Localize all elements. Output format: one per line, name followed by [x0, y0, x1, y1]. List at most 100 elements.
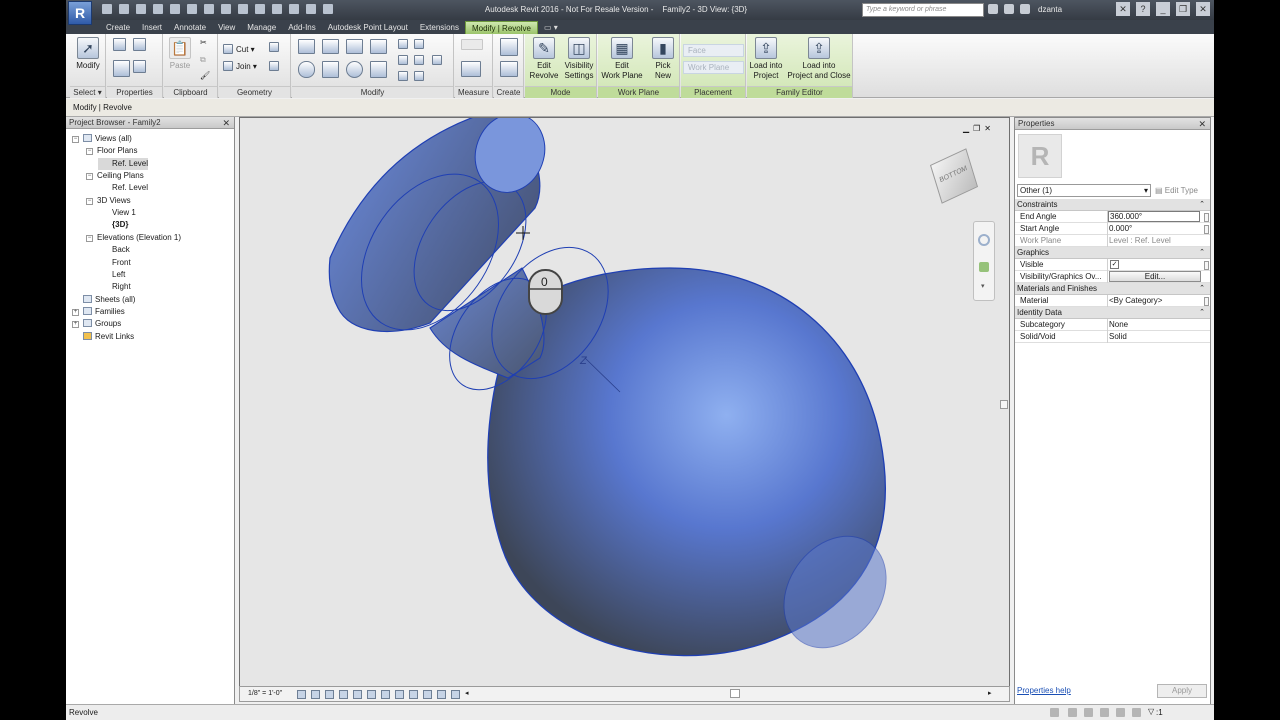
browser-item[interactable]: Back	[98, 244, 130, 256]
property-scroll[interactable]	[1204, 225, 1209, 234]
subcategory-value[interactable]: None	[1109, 320, 1128, 329]
expand-toggle-icon[interactable]: −	[86, 197, 93, 205]
sync-icon[interactable]	[136, 4, 146, 14]
browser-item[interactable]: Sheets (all)	[70, 294, 135, 306]
select-dropdown[interactable]: Select ▾	[70, 86, 105, 98]
thin-lines-icon[interactable]	[289, 4, 299, 14]
section-identity-data[interactable]: Identity Data ⌃	[1015, 307, 1210, 319]
pin-icon[interactable]	[398, 71, 408, 81]
browser-item[interactable]: Ref. Level	[98, 157, 149, 170]
visible-checkbox[interactable]: ✓	[1110, 260, 1119, 269]
mirror-draw-icon[interactable]	[370, 39, 387, 54]
mirror-axis-icon[interactable]	[346, 39, 363, 54]
join-geometry-button[interactable]: Join ▾	[236, 61, 257, 72]
default-3d-view-icon[interactable]	[255, 4, 265, 14]
steering-wheel-icon[interactable]	[978, 234, 990, 246]
scroll-right-icon[interactable]: ▸	[988, 689, 992, 699]
temporary-view-properties-icon[interactable]	[437, 690, 446, 699]
tab-autodesk-point-layout[interactable]: Autodesk Point Layout	[322, 21, 414, 34]
drawing-area-3d-view[interactable]: Z 0 ▁ ❐ ✕ BOTTOM ▾	[239, 117, 1010, 688]
placement-face-button[interactable]: Face	[683, 44, 744, 57]
close-icon[interactable]: ✕	[1198, 118, 1206, 130]
property-scroll[interactable]	[1204, 261, 1209, 270]
wall-joins-icon[interactable]	[269, 42, 279, 52]
browser-item[interactable]: Right	[98, 281, 131, 293]
edit-type-button[interactable]: ▤ Edit Type	[1155, 185, 1198, 196]
view-scale[interactable]: 1/8" = 1'-0"	[248, 690, 282, 697]
property-scroll[interactable]	[1204, 297, 1209, 306]
edit-work-plane-button[interactable]: ▦ Edit Work Plane	[599, 37, 645, 81]
family-category-icon[interactable]	[133, 60, 146, 73]
unlocked-3d-view-icon[interactable]	[395, 690, 404, 699]
material-value[interactable]: <By Category>	[1109, 296, 1162, 305]
scroll-left-icon[interactable]: ◂	[465, 689, 469, 699]
trim-extend-icon[interactable]	[370, 61, 387, 78]
minimize-view-icon[interactable]: ▁	[963, 124, 969, 133]
subscription-icon[interactable]	[1004, 4, 1014, 14]
apply-button[interactable]: Apply	[1157, 684, 1207, 698]
measure-icon[interactable]	[204, 4, 214, 14]
expand-toggle-icon[interactable]: −	[72, 136, 79, 143]
end-angle-input[interactable]: 360.000°	[1108, 211, 1200, 222]
temporary-hide-icon[interactable]	[409, 690, 418, 699]
edit-revolve-button[interactable]: ✎ Edit Revolve	[528, 37, 560, 81]
load-into-project-close-button[interactable]: ⇪ Load into Project and Close	[787, 37, 851, 81]
match-properties-icon[interactable]: 🖌	[200, 70, 210, 81]
array-icon[interactable]	[398, 55, 408, 65]
section-constraints[interactable]: Constraints ⌃	[1015, 199, 1210, 211]
horizontal-scroll-thumb[interactable]	[730, 689, 740, 698]
type-properties-icon[interactable]	[113, 38, 126, 51]
application-menu-button[interactable]: R	[68, 1, 92, 25]
unpin-icon[interactable]	[414, 71, 424, 81]
placement-work-plane-button[interactable]: Work Plane	[683, 61, 744, 74]
exchange-apps-icon[interactable]: ✕	[1116, 2, 1130, 16]
browser-item[interactable]: − Floor Plans	[84, 145, 137, 157]
tab-create[interactable]: Create	[100, 21, 136, 34]
browser-item[interactable]: Left	[98, 269, 125, 281]
browser-item[interactable]: View 1	[98, 207, 136, 219]
type-selector-dropdown[interactable]: Other (1) ▾	[1017, 184, 1151, 197]
show-crop-icon[interactable]	[381, 690, 390, 699]
split-element-icon[interactable]	[398, 39, 408, 49]
tab-view[interactable]: View	[212, 21, 241, 34]
scale-icon[interactable]	[414, 55, 424, 65]
dimension-icon[interactable]	[221, 4, 231, 14]
render-icon[interactable]	[353, 690, 362, 699]
create-group-icon[interactable]	[500, 61, 518, 77]
properties-palette-icon[interactable]	[113, 60, 130, 77]
design-options-icon[interactable]	[1068, 708, 1077, 717]
help-icon[interactable]: ?	[1136, 2, 1150, 16]
tab-insert[interactable]: Insert	[136, 21, 168, 34]
visibility-settings-button[interactable]: ◫ Visibility Settings	[561, 37, 597, 81]
section-graphics[interactable]: Graphics ⌃	[1015, 247, 1210, 259]
sun-path-icon[interactable]	[325, 690, 334, 699]
align-icon[interactable]	[298, 39, 315, 54]
close-icon[interactable]: ✕	[222, 117, 230, 129]
browser-item[interactable]: Front	[98, 257, 131, 269]
cut-geometry-button[interactable]: Cut ▾	[236, 44, 255, 55]
section-icon[interactable]	[272, 4, 282, 14]
create-similar-icon[interactable]	[500, 38, 518, 56]
browser-item[interactable]: − Elevations (Elevation 1)	[84, 232, 181, 244]
edit-visibility-button[interactable]: Edit...	[1109, 271, 1201, 282]
browser-item[interactable]: −3D Views	[84, 195, 131, 207]
expand-toggle-icon[interactable]: +	[72, 308, 79, 316]
paste-button[interactable]: 📋 Paste	[167, 37, 193, 71]
browser-item[interactable]: + Groups	[70, 318, 121, 330]
crop-view-icon[interactable]	[367, 690, 376, 699]
delete-icon[interactable]	[432, 55, 442, 65]
browser-item[interactable]: + Families	[70, 306, 125, 318]
restore-icon[interactable]: ❐	[1176, 2, 1190, 16]
start-angle-input[interactable]: 0.000°	[1109, 224, 1132, 233]
expand-toggle-icon[interactable]: −	[86, 234, 93, 242]
switch-windows-icon[interactable]	[323, 4, 333, 14]
print-icon[interactable]	[187, 4, 197, 14]
move-icon[interactable]	[298, 61, 315, 78]
browser-item[interactable]: Ref. Level	[98, 182, 148, 194]
tab-add-ins[interactable]: Add-Ins	[282, 21, 322, 34]
select-underlay-icon[interactable]	[1100, 708, 1109, 717]
pick-new-button[interactable]: ▮ Pick New	[648, 37, 678, 81]
redo-icon[interactable]	[170, 4, 180, 14]
close-icon[interactable]: ✕	[1196, 2, 1210, 16]
cut-icon[interactable]: ✂	[200, 37, 207, 48]
